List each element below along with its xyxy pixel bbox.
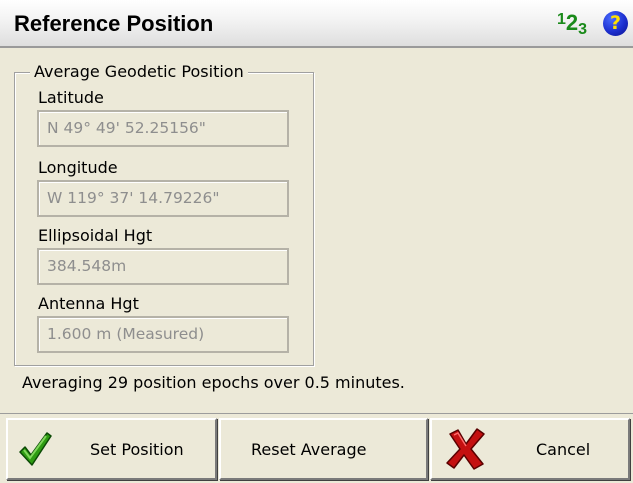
title-bar: Reference Position 123 ? [0,0,633,48]
averaging-status-text: Averaging 29 position epochs over 0.5 mi… [22,373,405,392]
cancel-button[interactable]: Cancel [430,418,630,480]
red-x-icon [446,428,486,474]
group-legend: Average Geodetic Position [30,62,248,81]
longitude-label: Longitude [38,158,118,177]
set-position-label: Set Position [90,440,184,459]
numeric-input-icon[interactable]: 123 [557,10,588,38]
checkmark-icon [18,430,52,472]
antenna-hgt-field: 1.600 m (Measured) [37,316,289,353]
numeric-icon-digit-3: 3 [578,21,588,38]
latitude-field: N 49° 49' 52.25156" [37,110,289,147]
reset-average-button[interactable]: Reset Average [219,418,428,480]
numeric-icon-digit-2: 2 [565,10,579,35]
antenna-hgt-label: Antenna Hgt [38,294,139,313]
reference-position-window: Reference Position 123 ? Average Geodeti… [0,0,633,483]
longitude-field: W 119° 37' 14.79226" [37,180,289,217]
set-position-button[interactable]: Set Position [6,418,217,480]
numeric-icon-digit-1: 1 [557,11,566,28]
help-icon[interactable]: ? [603,11,628,36]
reset-average-label: Reset Average [251,440,367,459]
ellipsoidal-hgt-field: 384.548m [37,248,289,285]
cancel-label: Cancel [536,440,591,459]
ellipsoidal-hgt-label: Ellipsoidal Hgt [38,226,153,245]
latitude-label: Latitude [38,88,104,107]
window-title: Reference Position [14,11,214,36]
